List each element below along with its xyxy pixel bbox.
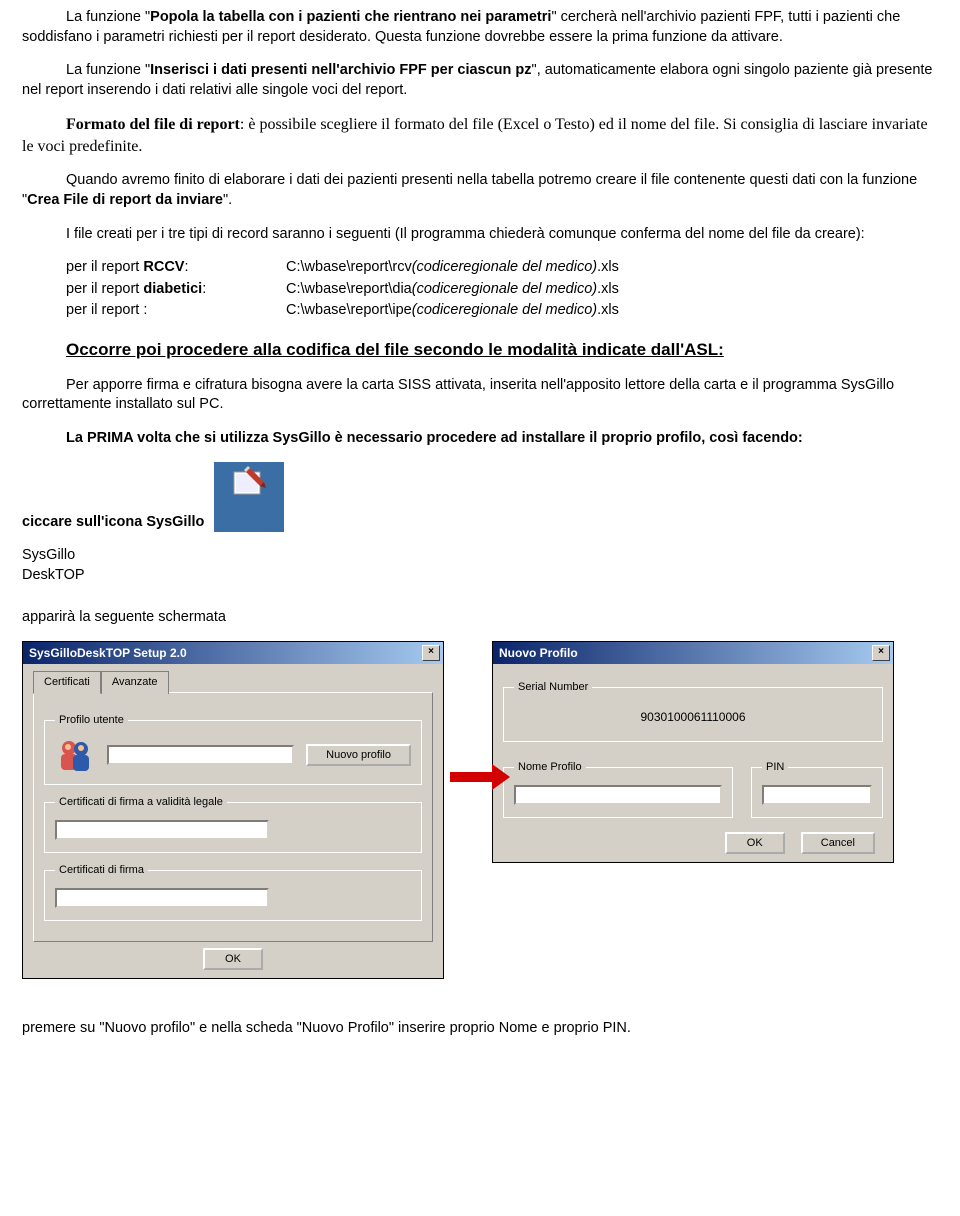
group-label: Certificati di firma — [55, 863, 148, 878]
group-serial-number: Serial Number 9030100061110006 — [503, 680, 883, 742]
text: .xls — [597, 259, 619, 275]
titlebar: Nuovo Profilo × — [493, 642, 893, 664]
paragraph: ciccare sull'icona SysGillo — [22, 462, 938, 532]
section-heading: Occorre poi procedere alla codifica del … — [22, 339, 938, 362]
paragraph: La PRIMA volta che si utilizza SysGillo … — [22, 429, 938, 449]
group-label: Serial Number — [514, 680, 592, 695]
titlebar: SysGilloDeskTOP Setup 2.0 × — [23, 642, 443, 664]
text: : — [202, 281, 206, 297]
function-name: Inserisci i dati presenti nell'archivio … — [150, 62, 531, 78]
close-icon[interactable]: × — [872, 645, 890, 661]
icon-label: SysGillo — [22, 546, 938, 566]
ok-button[interactable]: OK — [203, 948, 263, 970]
pen-paper-icon — [230, 466, 268, 498]
text: C:\wbase\report\dia — [286, 281, 412, 297]
function-name: Crea File di report da inviare — [27, 192, 223, 208]
paragraph: Quando avremo finito di elaborare i dati… — [22, 171, 938, 210]
paragraph: Formato del file di report: è possibile … — [22, 114, 938, 157]
pin-input[interactable] — [762, 785, 872, 805]
text: C:\wbase\report\ipe — [286, 302, 412, 318]
text: C:\wbase\report\rcv — [286, 259, 412, 275]
text: (codiceregionale del medico) — [412, 302, 597, 318]
text: ". — [223, 192, 232, 208]
text: .xls — [597, 302, 619, 318]
group-cert-legale: Certificati di firma a validità legale — [44, 795, 422, 853]
paragraph: I file creati per i tre tipi di record s… — [22, 225, 938, 245]
serial-number-value: 9030100061110006 — [514, 705, 872, 729]
nuovo-profilo-button[interactable]: Nuovo profilo — [306, 744, 411, 766]
close-icon[interactable]: × — [422, 645, 440, 661]
text: ciccare sull'icona SysGillo — [22, 513, 204, 533]
nome-profilo-input[interactable] — [514, 785, 722, 805]
text: diabetici — [143, 281, 202, 297]
paragraph: premere su "Nuovo profilo" e nella sched… — [22, 1019, 938, 1039]
tab-certificati[interactable]: Certificati — [33, 671, 101, 694]
arrow-icon — [450, 764, 486, 797]
group-pin: PIN — [751, 760, 883, 818]
list-item: per il report RCCV: C:\wbase\report\rcv(… — [66, 258, 938, 278]
group-profilo-utente: Profilo utente — [44, 713, 422, 785]
group-cert-firma: Certificati di firma — [44, 863, 422, 921]
group-label: Certificati di firma a validità legale — [55, 795, 227, 810]
icon-label: DeskTOP — [22, 566, 938, 586]
window-title: Nuovo Profilo — [499, 645, 872, 661]
text: per il report : — [66, 302, 147, 318]
tab-panel: Profilo utente — [33, 692, 433, 942]
profilo-utente-input[interactable] — [107, 745, 294, 765]
text: RCCV — [143, 259, 184, 275]
function-name: Popola la tabella con i pazienti che rie… — [150, 9, 551, 25]
text: per il report — [66, 281, 143, 297]
paragraph: La funzione "Popola la tabella con i paz… — [22, 8, 938, 47]
cert-firma-input[interactable] — [55, 888, 269, 908]
nuovo-profilo-dialog: Nuovo Profilo × Serial Number 9030100061… — [492, 641, 894, 863]
sysgillo-setup-dialog: SysGilloDeskTOP Setup 2.0 × Certificati … — [22, 641, 444, 979]
paragraph: Per apporre firma e cifratura bisogna av… — [22, 376, 938, 415]
sysgillo-desktop-icon[interactable] — [214, 462, 284, 532]
group-nome-profilo: Nome Profilo — [503, 760, 733, 818]
file-list: per il report RCCV: C:\wbase\report\rcv(… — [22, 258, 938, 321]
text: La funzione " — [66, 9, 150, 25]
paragraph: La funzione "Inserisci i dati presenti n… — [22, 61, 938, 100]
label: Formato del file di report — [66, 116, 240, 133]
group-label: Profilo utente — [55, 713, 128, 728]
users-icon — [55, 738, 95, 772]
tabstrip: Certificati Avanzate — [33, 670, 433, 693]
text: per il report — [66, 259, 143, 275]
cancel-button[interactable]: Cancel — [801, 832, 875, 854]
text: : — [184, 259, 188, 275]
ok-button[interactable]: OK — [725, 832, 785, 854]
tab-avanzate[interactable]: Avanzate — [101, 671, 169, 694]
text: (codiceregionale del medico) — [412, 259, 597, 275]
window-title: SysGilloDeskTOP Setup 2.0 — [29, 645, 422, 661]
text: La funzione " — [66, 62, 150, 78]
paragraph: apparirà la seguente schermata — [22, 608, 938, 628]
cert-legale-input[interactable] — [55, 820, 269, 840]
text: (codiceregionale del medico) — [412, 281, 597, 297]
text: .xls — [597, 281, 619, 297]
list-item: per il report : C:\wbase\report\ipe(codi… — [66, 301, 938, 321]
group-label: Nome Profilo — [514, 760, 586, 775]
group-label: PIN — [762, 760, 788, 775]
dialogs-row: SysGilloDeskTOP Setup 2.0 × Certificati … — [22, 641, 938, 979]
list-item: per il report diabetici: C:\wbase\report… — [66, 280, 938, 300]
